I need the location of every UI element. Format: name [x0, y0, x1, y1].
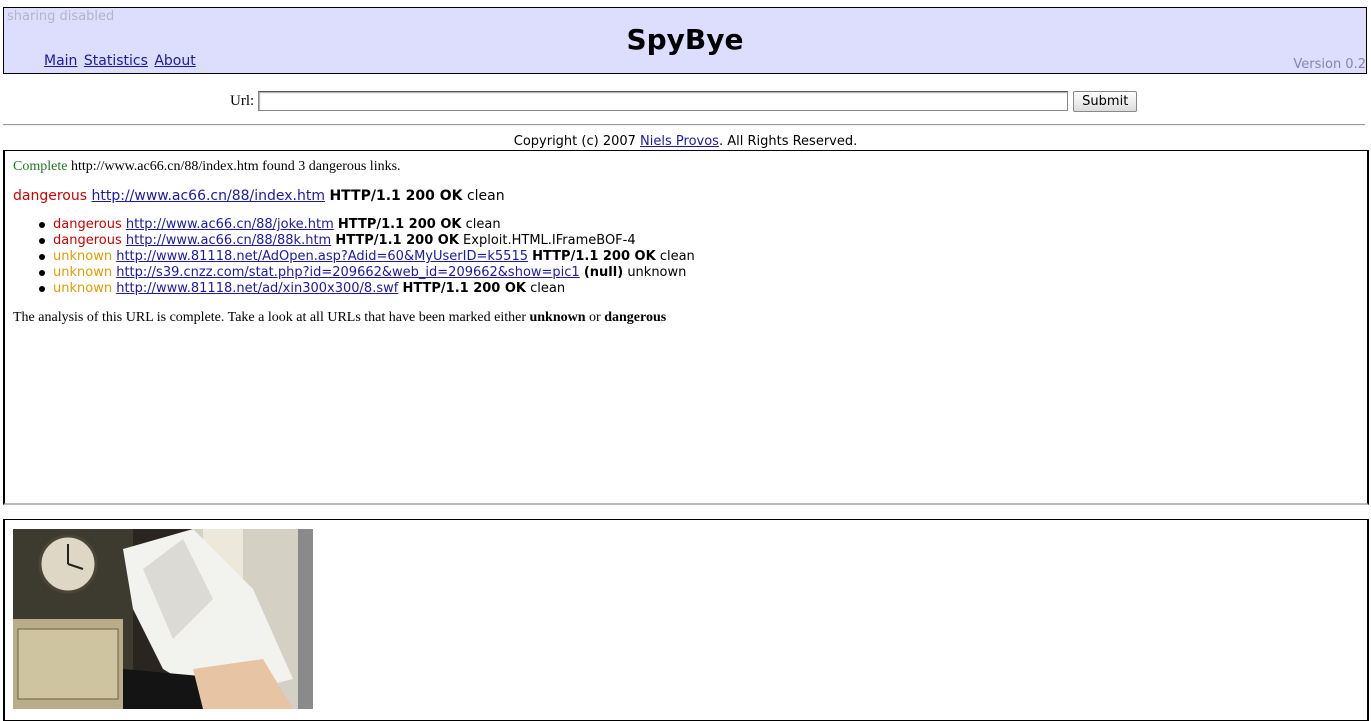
- result-verdict: clean: [465, 217, 501, 232]
- list-item: dangerous http://www.ac66.cn/88/joke.htm…: [39, 217, 695, 233]
- result-url-link[interactable]: http://www.ac66.cn/88/index.htm: [91, 188, 325, 204]
- result-verdict: unknown: [627, 265, 687, 280]
- result-url-link[interactable]: http://www.81118.net/ad/xin300x300/8.swf: [116, 281, 398, 296]
- result-http-status: HTTP/1.1 200 OK: [402, 281, 526, 296]
- summary-dangerous: dangerous: [604, 310, 667, 325]
- summary-or: or: [585, 310, 605, 325]
- version-label: Version 0.2: [1293, 57, 1366, 72]
- result-http-status: (null): [583, 265, 624, 280]
- result-verdict: Exploit.HTML.IFrameBOF-4: [463, 233, 636, 248]
- summary-unknown: unknown: [529, 310, 586, 325]
- status-state: Complete: [13, 159, 68, 174]
- status-line: Complete http://www.ac66.cn/88/index.htm…: [13, 159, 401, 175]
- bullet-icon: [39, 222, 45, 228]
- result-http-status: HTTP/1.1 200 OK: [335, 233, 459, 248]
- copyright-prefix: Copyright (c) 2007: [513, 134, 641, 149]
- result-verdict: clean: [659, 249, 695, 264]
- results-panel: Complete http://www.ac66.cn/88/index.htm…: [3, 150, 1369, 505]
- result-http-status: HTTP/1.1 200 OK: [329, 188, 463, 204]
- preview-photo-icon: [13, 529, 313, 709]
- result-url-link[interactable]: http://www.ac66.cn/88/joke.htm: [126, 217, 334, 232]
- copyright-notice: Copyright (c) 2007 Niels Provos. All Rig…: [0, 134, 1371, 149]
- result-rating: unknown: [53, 249, 113, 264]
- list-item: unknown http://www.81118.net/AdOpen.asp?…: [39, 249, 695, 265]
- author-link[interactable]: Niels Provos: [640, 134, 719, 149]
- result-url-link[interactable]: http://www.ac66.cn/88/88k.htm: [126, 233, 331, 248]
- list-item: dangerous http://www.ac66.cn/88/88k.htm …: [39, 233, 695, 249]
- divider: [3, 124, 1365, 126]
- summary-text: The analysis of this URL is complete. Ta…: [13, 310, 666, 326]
- result-rating: unknown: [53, 281, 113, 296]
- result-rating: dangerous: [13, 188, 88, 204]
- result-url-link[interactable]: http://www.81118.net/AdOpen.asp?Adid=60&…: [116, 249, 528, 264]
- result-verdict: clean: [466, 188, 505, 204]
- url-form: Url: Submit: [230, 89, 1138, 113]
- result-http-status: HTTP/1.1 200 OK: [532, 249, 656, 264]
- status-message: http://www.ac66.cn/88/index.htm found 3 …: [67, 159, 401, 174]
- submit-button[interactable]: Submit: [1073, 90, 1138, 112]
- result-url-link[interactable]: http://s39.cnzz.com/stat.php?id=209662&w…: [116, 265, 580, 280]
- bullet-icon: [39, 238, 45, 244]
- bullet-icon: [39, 286, 45, 292]
- results-list: dangerous http://www.ac66.cn/88/joke.htm…: [39, 217, 695, 297]
- bullet-icon: [39, 254, 45, 260]
- bullet-icon: [39, 270, 45, 276]
- main-result: dangerous http://www.ac66.cn/88/index.ht…: [13, 188, 505, 204]
- result-rating: unknown: [53, 265, 113, 280]
- url-label: Url:: [230, 92, 255, 109]
- header-banner: sharing disabled Main Statistics About S…: [3, 7, 1367, 74]
- list-item: unknown http://s39.cnzz.com/stat.php?id=…: [39, 265, 695, 281]
- result-rating: dangerous: [53, 217, 122, 232]
- url-input[interactable]: [258, 91, 1069, 111]
- result-rating: dangerous: [53, 233, 122, 248]
- list-item: unknown http://www.81118.net/ad/xin300x3…: [39, 281, 695, 297]
- result-http-status: HTTP/1.1 200 OK: [337, 217, 462, 232]
- copyright-suffix: . All Rights Reserved.: [718, 134, 858, 149]
- page-preview-image: [13, 529, 313, 709]
- summary-body: The analysis of this URL is complete. Ta…: [13, 310, 530, 325]
- preview-panel: [3, 519, 1369, 721]
- sharing-status: sharing disabled: [7, 9, 115, 24]
- page-title: SpyBye: [626, 23, 744, 56]
- result-verdict: clean: [530, 281, 566, 296]
